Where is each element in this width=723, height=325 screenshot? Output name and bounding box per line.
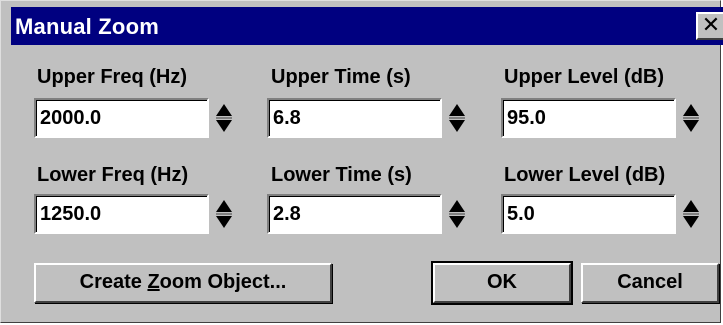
upper-freq-input[interactable]: 2000.0 bbox=[34, 98, 209, 138]
spinner-up-down-icon bbox=[683, 104, 699, 132]
lower-time-label: Lower Time (s) bbox=[271, 164, 412, 186]
lower-time-value: 2.8 bbox=[273, 203, 301, 225]
lower-freq-input[interactable]: 1250.0 bbox=[34, 194, 209, 234]
upper-time-input[interactable]: 6.8 bbox=[267, 98, 442, 138]
lower-level-label: Lower Level (dB) bbox=[504, 164, 666, 186]
upper-level-input[interactable]: 95.0 bbox=[501, 98, 676, 138]
close-button[interactable]: ✕ bbox=[696, 12, 723, 40]
create-zoom-label-post: oom Object... bbox=[159, 271, 287, 293]
create-zoom-object-button[interactable]: Create Zoom Object... bbox=[34, 263, 332, 303]
spinner-up-down-icon bbox=[216, 200, 232, 228]
lower-level-spinner[interactable] bbox=[681, 194, 701, 234]
lower-freq-value: 1250.0 bbox=[40, 203, 102, 225]
create-zoom-mnemonic: Z bbox=[147, 271, 160, 293]
spinner-up-down-icon bbox=[683, 200, 699, 228]
create-zoom-label-pre: Create bbox=[79, 271, 148, 293]
spinner-up-down-icon bbox=[216, 104, 232, 132]
upper-time-spinner[interactable] bbox=[447, 98, 467, 138]
upper-level-value: 95.0 bbox=[507, 107, 546, 129]
window-title: Manual Zoom bbox=[15, 14, 159, 39]
upper-time-value: 6.8 bbox=[273, 107, 301, 129]
lower-freq-spinner[interactable] bbox=[214, 194, 234, 234]
spinner-up-down-icon bbox=[449, 200, 465, 228]
upper-time-label: Upper Time (s) bbox=[271, 66, 411, 88]
lower-level-input[interactable]: 5.0 bbox=[501, 194, 676, 234]
lower-level-value: 5.0 bbox=[507, 203, 535, 225]
cancel-label: Cancel bbox=[617, 271, 683, 293]
title-bar[interactable]: Manual Zoom ✕ bbox=[11, 7, 723, 45]
ok-button[interactable]: OK bbox=[431, 261, 573, 305]
close-icon: ✕ bbox=[701, 12, 721, 37]
lower-time-input[interactable]: 2.8 bbox=[267, 194, 442, 234]
upper-freq-label: Upper Freq (Hz) bbox=[37, 66, 187, 88]
cancel-button[interactable]: Cancel bbox=[581, 263, 719, 303]
upper-freq-value: 2000.0 bbox=[40, 107, 102, 129]
manual-zoom-dialog: Manual Zoom ✕ Upper Freq (Hz) 2000.0 Upp… bbox=[0, 0, 723, 323]
lower-freq-label: Lower Freq (Hz) bbox=[37, 164, 189, 186]
upper-level-label: Upper Level (dB) bbox=[504, 66, 665, 88]
ok-label: OK bbox=[487, 271, 517, 293]
lower-time-spinner[interactable] bbox=[447, 194, 467, 234]
upper-level-spinner[interactable] bbox=[681, 98, 701, 138]
spinner-up-down-icon bbox=[449, 104, 465, 132]
upper-freq-spinner[interactable] bbox=[214, 98, 234, 138]
